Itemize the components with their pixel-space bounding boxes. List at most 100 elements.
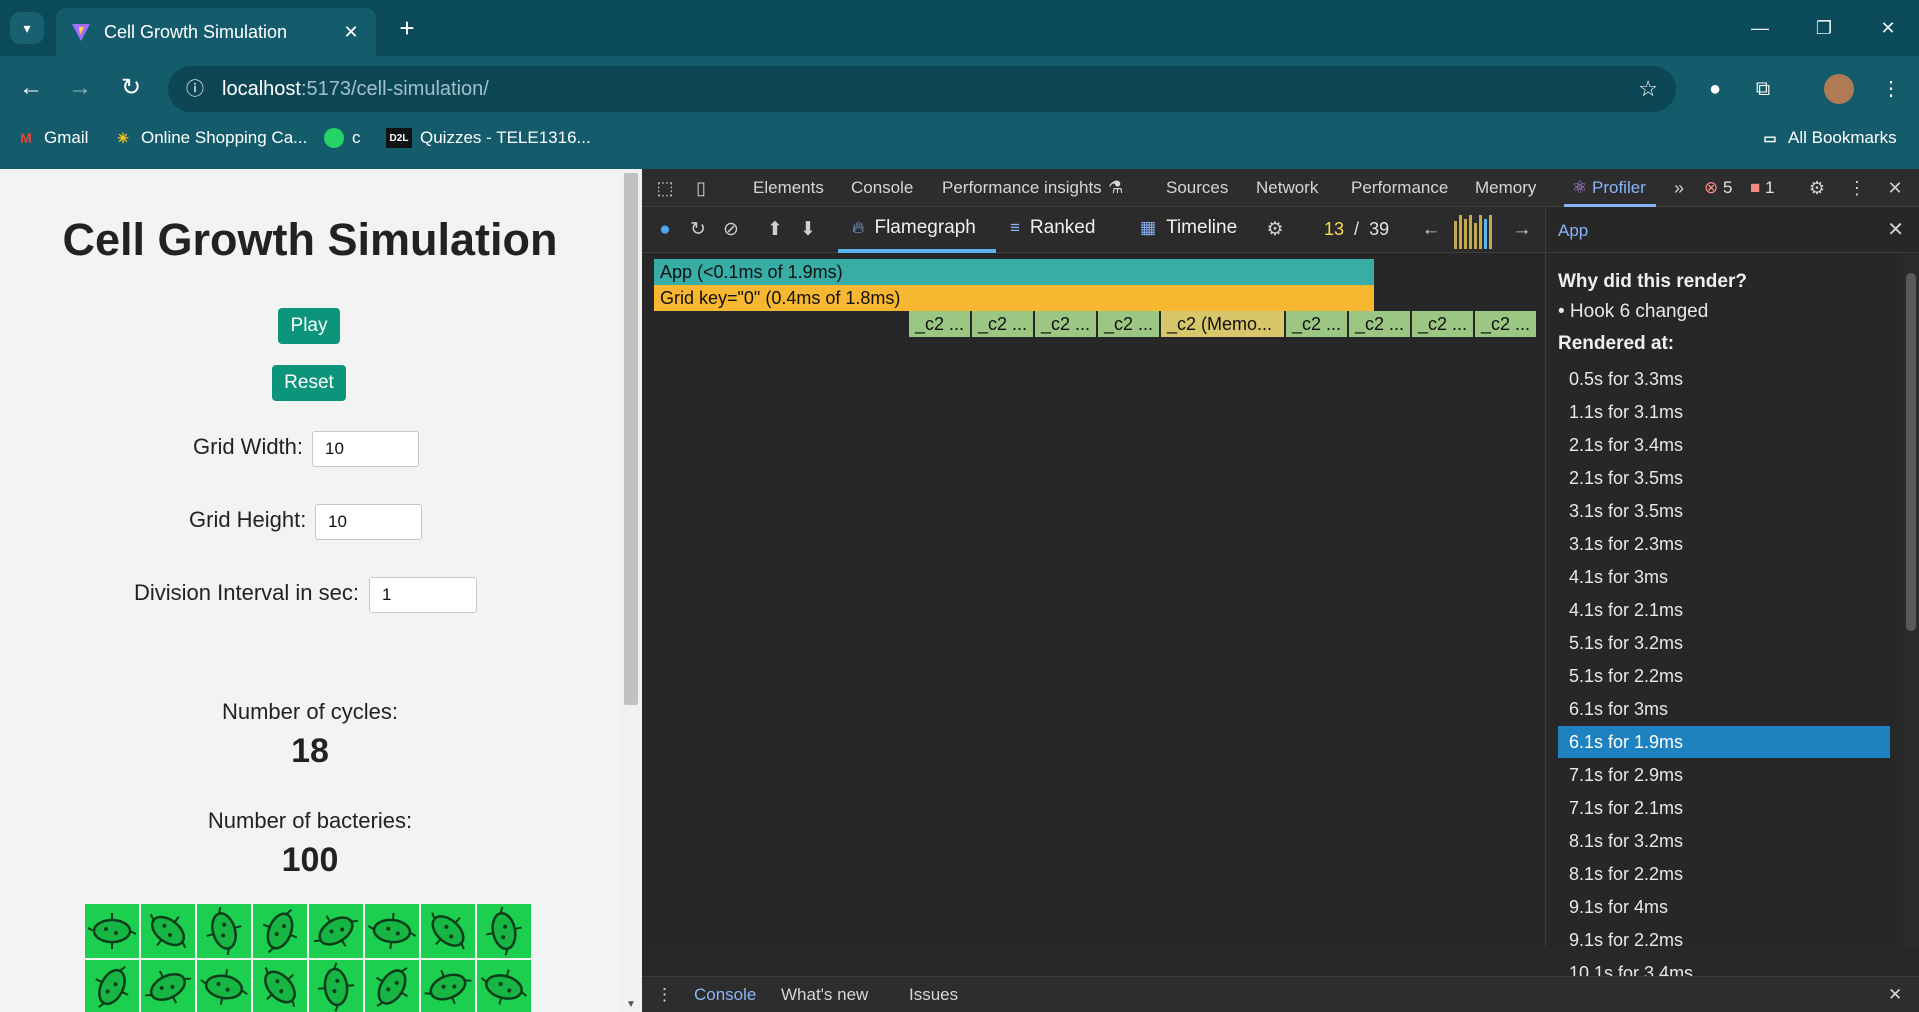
site-info-icon[interactable]: ⓘ bbox=[182, 76, 208, 102]
flame-node-c2[interactable]: _c2 ... bbox=[1474, 311, 1536, 337]
render-list-item[interactable]: 2.1s for 3.5ms bbox=[1558, 462, 1890, 494]
new-tab-button[interactable]: + bbox=[392, 14, 422, 44]
forward-icon[interactable]: → bbox=[62, 70, 98, 106]
load-profile-icon[interactable]: ⬆ bbox=[762, 217, 788, 243]
bookmark-d2l[interactable]: D2L Quizzes - TELE1316... bbox=[386, 121, 591, 155]
next-commit-icon[interactable]: → bbox=[1509, 217, 1535, 243]
error-badge[interactable]: ⊗ 5 bbox=[1704, 178, 1732, 198]
bacteria-icon bbox=[206, 906, 242, 956]
extension-pin-icon[interactable]: ● bbox=[1700, 74, 1730, 104]
device-toolbar-icon[interactable]: ▯ bbox=[688, 175, 714, 201]
close-tab-icon[interactable]: ✕ bbox=[340, 21, 362, 43]
flame-node-grid[interactable]: Grid key="0" (0.4ms of 1.8ms) bbox=[654, 285, 1374, 311]
reset-button[interactable]: Reset bbox=[272, 365, 346, 401]
render-list-item[interactable]: 7.1s for 2.9ms bbox=[1558, 759, 1890, 791]
flame-node-c2[interactable]: _c2 ... bbox=[1285, 311, 1347, 337]
flask-icon: ⚗ bbox=[1108, 178, 1124, 197]
browser-tab[interactable]: Cell Growth Simulation ✕ bbox=[56, 8, 376, 56]
bacteria-cell bbox=[309, 904, 363, 958]
tab-elements[interactable]: Elements bbox=[753, 178, 824, 198]
render-list-item[interactable]: 5.1s for 3.2ms bbox=[1558, 627, 1890, 659]
menu-icon[interactable]: ⋮ bbox=[1876, 74, 1906, 104]
avatar[interactable] bbox=[1824, 74, 1854, 104]
address-bar[interactable]: ⓘ localhost:5173/cell-simulation/ ☆ bbox=[168, 66, 1676, 112]
issue-badge[interactable]: ■ 1 bbox=[1750, 178, 1774, 198]
render-list-item[interactable]: 8.1s for 2.2ms bbox=[1558, 858, 1890, 890]
tab-console[interactable]: Console bbox=[851, 178, 913, 198]
page-scrollbar[interactable]: ▼ bbox=[620, 169, 642, 1012]
render-list-item[interactable]: 7.1s for 2.1ms bbox=[1558, 792, 1890, 824]
view-ranked[interactable]: ≡ Ranked bbox=[1010, 217, 1095, 239]
close-details-icon[interactable]: ✕ bbox=[1887, 217, 1904, 242]
drawer-menu-icon[interactable]: ⋮ bbox=[656, 985, 673, 1005]
view-flamegraph[interactable]: 🔥︎ Flamegraph bbox=[852, 217, 976, 239]
scrollbar-thumb[interactable] bbox=[624, 173, 638, 705]
drawer-tab-issues[interactable]: Issues bbox=[909, 985, 958, 1005]
view-timeline[interactable]: ▦ Timeline bbox=[1140, 217, 1237, 239]
extensions-icon[interactable]: ⧉ bbox=[1748, 74, 1778, 104]
record-icon[interactable]: ● bbox=[652, 217, 678, 243]
settings-gear-icon[interactable]: ⚙ bbox=[1804, 175, 1830, 201]
inspect-element-icon[interactable]: ⬚ bbox=[652, 175, 678, 201]
restore-icon[interactable]: ❐ bbox=[1804, 14, 1844, 42]
flame-node-c2[interactable]: _c2 ... bbox=[1348, 311, 1410, 337]
tab-memory[interactable]: Memory bbox=[1475, 178, 1536, 198]
profiler-settings-icon[interactable]: ⚙ bbox=[1262, 217, 1288, 243]
render-list-item[interactable]: 9.1s for 4ms bbox=[1558, 891, 1890, 923]
details-scrollbar[interactable] bbox=[1903, 253, 1919, 946]
devtools-menu-icon[interactable]: ⋮ bbox=[1844, 175, 1870, 201]
render-list-item[interactable]: 5.1s for 2.2ms bbox=[1558, 660, 1890, 692]
commit-bars[interactable] bbox=[1454, 215, 1494, 249]
interval-input[interactable]: 1 bbox=[369, 577, 477, 613]
drawer-tab-whats-new[interactable]: What's new bbox=[781, 985, 868, 1005]
render-list-item[interactable]: 4.1s for 2.1ms bbox=[1558, 594, 1890, 626]
close-devtools-icon[interactable]: ✕ bbox=[1882, 175, 1908, 201]
flame-node-c2[interactable]: _c2 ... bbox=[908, 311, 970, 337]
tab-performance[interactable]: Performance bbox=[1351, 178, 1448, 198]
grid-height-label: Grid Height: bbox=[189, 507, 307, 532]
bookmark-star-icon[interactable]: ☆ bbox=[1638, 76, 1658, 102]
close-window-icon[interactable]: ✕ bbox=[1868, 14, 1908, 42]
render-list-item[interactable]: 9.1s for 2.2ms bbox=[1558, 924, 1890, 956]
close-drawer-icon[interactable]: ✕ bbox=[1888, 985, 1902, 1005]
tab-sources[interactable]: Sources bbox=[1166, 178, 1228, 198]
more-tabs-icon[interactable]: » bbox=[1666, 175, 1692, 201]
flame-node-c2[interactable]: _c2 ... bbox=[1411, 311, 1473, 337]
back-icon[interactable]: ← bbox=[13, 70, 49, 106]
render-list-item[interactable]: 6.1s for 3ms bbox=[1558, 693, 1890, 725]
tab-profiler[interactable]: ⚛ Profiler bbox=[1572, 178, 1646, 198]
render-list-item[interactable]: 2.1s for 3.4ms bbox=[1558, 429, 1890, 461]
tab-network[interactable]: Network bbox=[1256, 178, 1318, 198]
render-list-item[interactable]: 4.1s for 3ms bbox=[1558, 561, 1890, 593]
grid-width-input[interactable]: 10 bbox=[312, 431, 419, 467]
save-profile-icon[interactable]: ⬇ bbox=[795, 217, 821, 243]
flame-node-c2[interactable]: _c2 ... bbox=[1034, 311, 1096, 337]
flame-node-c2[interactable]: _c2 (Memo... bbox=[1160, 311, 1284, 337]
prev-commit-icon[interactable]: ← bbox=[1418, 217, 1444, 243]
render-list-item[interactable]: 6.1s for 1.9ms bbox=[1558, 726, 1890, 758]
tab-search-button[interactable]: ▾ bbox=[10, 12, 44, 44]
flame-node-app[interactable]: App (<0.1ms of 1.9ms) bbox=[654, 259, 1374, 285]
clear-icon[interactable]: ⊘ bbox=[718, 217, 744, 243]
bookmark-walmart[interactable]: ✳ Online Shopping Ca... bbox=[113, 121, 307, 155]
scrollbar-thumb[interactable] bbox=[1906, 273, 1916, 631]
reload-and-profile-icon[interactable]: ↻ bbox=[685, 217, 711, 243]
bacteria-icon bbox=[264, 967, 296, 1007]
minimize-icon[interactable]: — bbox=[1740, 14, 1780, 42]
scroll-down-icon[interactable]: ▼ bbox=[626, 999, 636, 1010]
render-list-item[interactable]: 3.1s for 2.3ms bbox=[1558, 528, 1890, 560]
play-button[interactable]: Play bbox=[278, 308, 340, 344]
all-bookmarks[interactable]: ▭ All Bookmarks bbox=[1760, 121, 1896, 155]
grid-height-input[interactable]: 10 bbox=[315, 504, 422, 540]
render-list-item[interactable]: 8.1s for 3.2ms bbox=[1558, 825, 1890, 857]
flame-node-c2[interactable]: _c2 ... bbox=[971, 311, 1033, 337]
flame-node-c2[interactable]: _c2 ... bbox=[1097, 311, 1159, 337]
render-list-item[interactable]: 1.1s for 3.1ms bbox=[1558, 396, 1890, 428]
bookmark-gmail[interactable]: M Gmail bbox=[16, 121, 88, 155]
render-list-item[interactable]: 3.1s for 3.5ms bbox=[1558, 495, 1890, 527]
reload-icon[interactable]: ↻ bbox=[113, 70, 149, 106]
render-list-item[interactable]: 0.5s for 3.3ms bbox=[1558, 363, 1890, 395]
drawer-tab-console[interactable]: Console bbox=[694, 985, 756, 1005]
tab-performance-insights[interactable]: Performance insights bbox=[942, 178, 1102, 198]
bookmark-whatsapp[interactable]: c bbox=[324, 121, 361, 155]
